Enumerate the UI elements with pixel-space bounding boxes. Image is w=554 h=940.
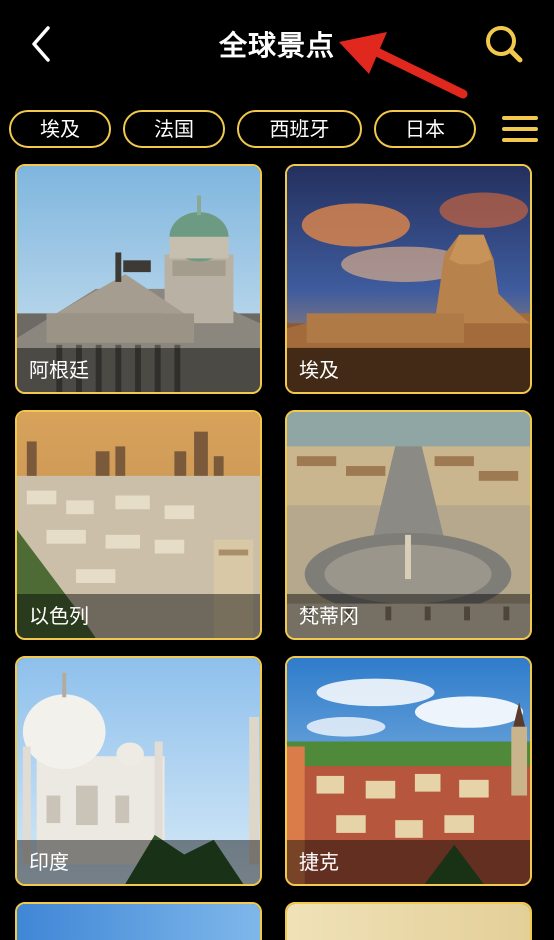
page-title: 全球景点 [218, 29, 335, 62]
destination-card-india[interactable]: 印度 [15, 656, 262, 886]
destination-card-vatican[interactable]: 梵蒂冈 [285, 410, 532, 640]
category-tabs: 埃及 法国 西班牙 日本 [0, 110, 554, 150]
category-chip-spain[interactable]: 西班牙 [237, 110, 362, 148]
destination-label: 捷克 [287, 840, 530, 884]
destination-card-partial-right[interactable] [285, 902, 532, 940]
annotation-arrow-icon [339, 32, 468, 99]
destination-label: 印度 [17, 840, 260, 884]
search-icon [486, 26, 523, 63]
hamburger-menu-icon [502, 116, 538, 142]
destination-card-partial-left[interactable] [15, 902, 262, 940]
destination-label: 梵蒂冈 [287, 594, 530, 638]
top-bar: 全球景点 [0, 0, 554, 99]
category-chip-japan[interactable]: 日本 [374, 110, 476, 148]
destination-label: 埃及 [287, 348, 530, 392]
menu-button[interactable] [500, 110, 540, 148]
destination-card-argentina[interactable]: 阿根廷 [15, 164, 262, 394]
destination-card-israel[interactable]: 以色列 [15, 410, 262, 640]
destination-label: 以色列 [17, 594, 260, 638]
partial-sand-image [287, 904, 530, 940]
search-button[interactable] [482, 22, 526, 66]
destination-label: 阿根廷 [17, 348, 260, 392]
destination-card-egypt[interactable]: 埃及 [285, 164, 532, 394]
partial-sky-image [17, 904, 260, 940]
category-chip-egypt[interactable]: 埃及 [9, 110, 111, 148]
category-chip-france[interactable]: 法国 [123, 110, 225, 148]
app-screen: 全球景点 埃及 法国 西班牙 日本 阿根廷 埃及 以色列 梵蒂冈 印度 捷克 [0, 0, 554, 940]
destination-card-czech[interactable]: 捷克 [285, 656, 532, 886]
